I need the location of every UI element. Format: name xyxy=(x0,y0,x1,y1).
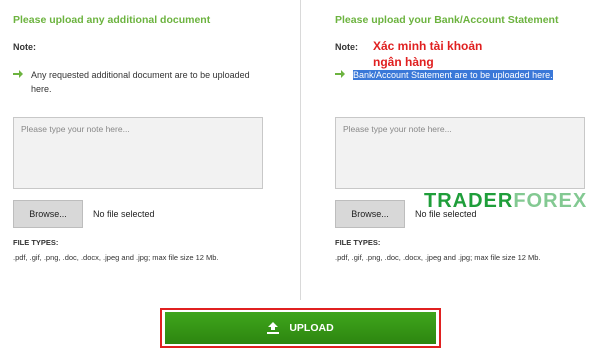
arrow-right-icon xyxy=(13,70,23,78)
file-types-value: .pdf, .gif, .png, .doc, .docx, .jpeg and… xyxy=(13,253,219,262)
annotation-line-2: ngân hàng xyxy=(373,55,434,69)
file-types-label: FILE TYPES: xyxy=(335,238,381,247)
arrow-right-icon xyxy=(335,70,345,78)
note-text: Bank/Account Statement are to be uploade… xyxy=(353,68,583,82)
selected-text: Bank/Account Statement are to be uploade… xyxy=(353,70,553,80)
watermark-part-1: TRADER xyxy=(424,190,514,212)
annotation-line-1: Xác minh tài khoản xyxy=(373,39,483,53)
browse-button[interactable]: Browse... xyxy=(335,200,405,228)
note-label: Note: xyxy=(335,42,358,52)
watermark-part-2: FOREX xyxy=(513,190,588,212)
watermark-logo: TRADERFOREX xyxy=(424,190,587,213)
browse-button[interactable]: Browse... xyxy=(13,200,83,228)
panel-title: Please upload any additional document xyxy=(13,14,211,26)
note-textarea[interactable]: Please type your note here... xyxy=(13,117,263,189)
file-types-label: FILE TYPES: xyxy=(13,238,59,247)
file-types-value: .pdf, .gif, .png, .doc, .docx, .jpeg and… xyxy=(335,253,541,262)
note-label: Note: xyxy=(13,42,36,52)
upload-icon xyxy=(267,322,280,334)
upload-label: UPLOAD xyxy=(289,322,334,334)
additional-document-panel: Please upload any additional document No… xyxy=(0,0,290,300)
note-textarea[interactable]: Please type your note here... xyxy=(335,117,585,189)
annotation-text: Xác minh tài khoản ngân hàng xyxy=(373,38,482,70)
file-status: No file selected xyxy=(93,209,155,219)
panel-divider xyxy=(300,0,301,300)
upload-button[interactable]: UPLOAD xyxy=(165,312,436,344)
panel-title: Please upload your Bank/Account Statemen… xyxy=(335,14,559,26)
note-text: Any requested additional document are to… xyxy=(31,70,250,94)
